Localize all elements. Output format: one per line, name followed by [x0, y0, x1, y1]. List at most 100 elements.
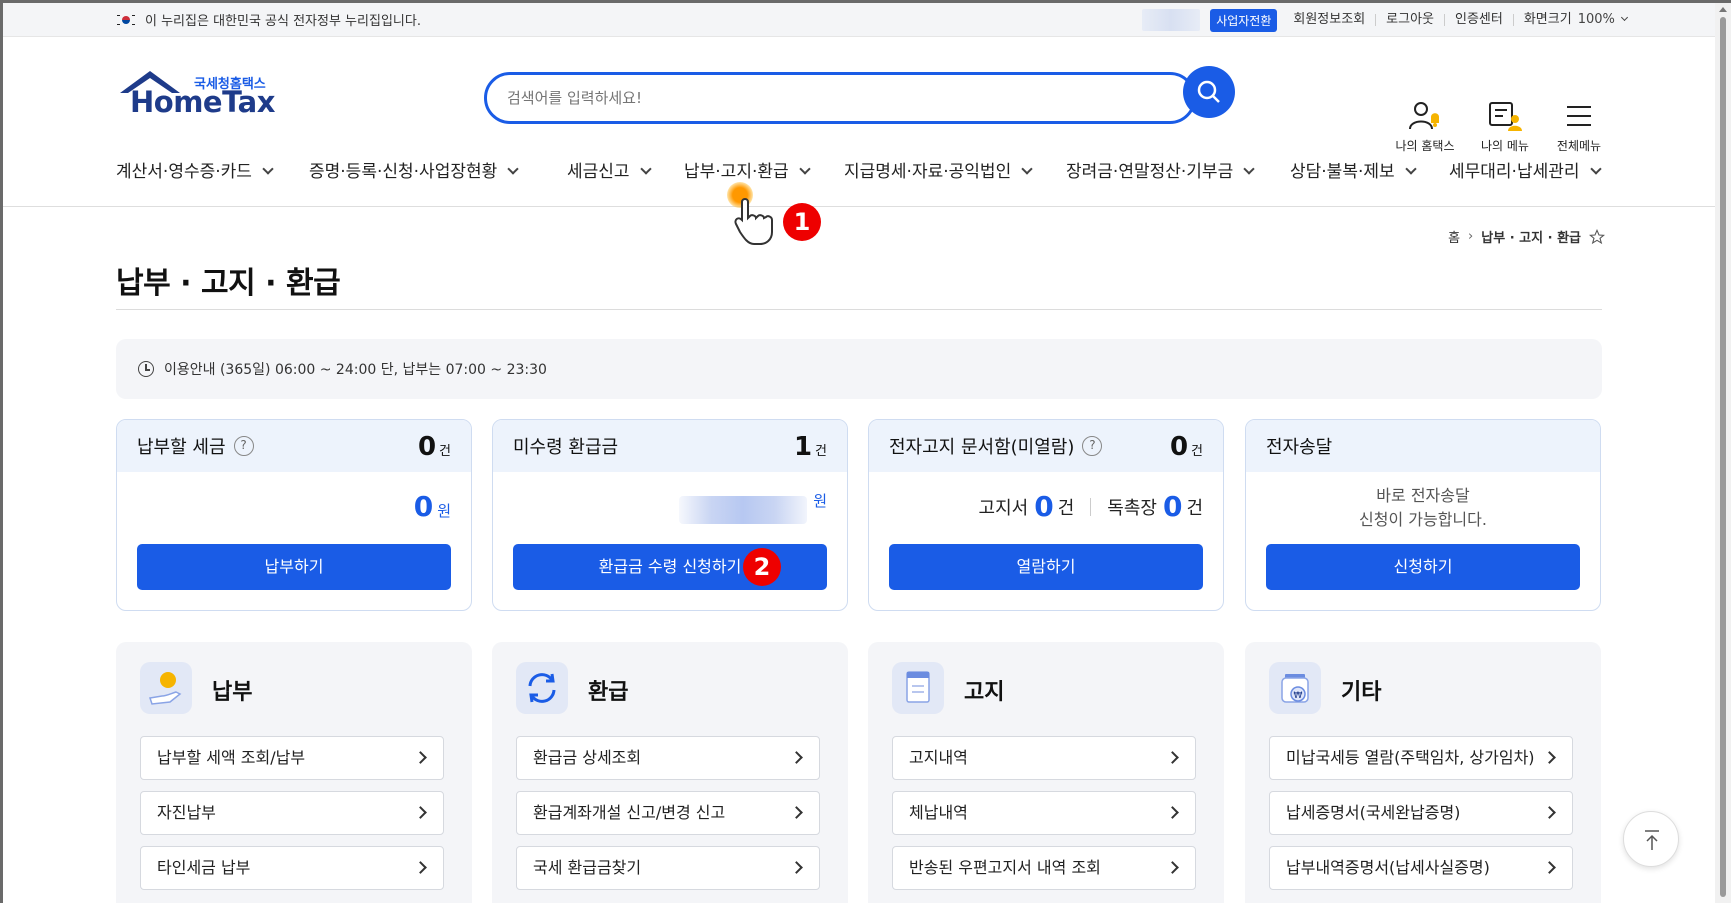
card-e-notice-inbox: 전자고지 문서함(미열람) ? 0건 고지서 0 건 독촉장 0 건 열람하기 — [868, 419, 1224, 611]
my-menu-icon — [1489, 102, 1522, 131]
logout-link[interactable]: 로그아웃 — [1375, 13, 1444, 26]
scroll-up-icon[interactable] — [1719, 7, 1727, 12]
section-title: 고지 — [964, 680, 1005, 705]
chevron-down-icon — [1021, 163, 1033, 175]
chevron-down-icon — [1243, 163, 1255, 175]
nav-item-certificate[interactable]: 증명·등록·신청·사업장현황 — [309, 157, 519, 207]
nav-item-tax-report[interactable]: 세금신고 — [567, 157, 652, 207]
link-find-refund[interactable]: 국세 환급금찾기 — [516, 846, 820, 890]
service-hours-info: 이용안내 (365일) 06:00 ~ 24:00 단, 납부는 07:00 ~… — [116, 339, 1602, 399]
service-hours-text: 이용안내 (365일) 06:00 ~ 24:00 단, 납부는 07:00 ~… — [164, 362, 547, 378]
member-info-link[interactable]: 회원정보조회 — [1283, 13, 1375, 26]
notice-document-icon — [892, 662, 944, 714]
section-refund: 환급 환급금 상세조회 환급계좌개설 신고/변경 신고 국세 환급금찾기 — [492, 642, 848, 903]
link-tax-inquiry-pay[interactable]: 납부할 세액 조회/납부 — [140, 736, 444, 780]
chevron-down-icon — [1589, 163, 1602, 175]
my-menu-button[interactable]: 나의 메뉴 — [1465, 99, 1545, 154]
scroll-to-top-button[interactable] — [1623, 811, 1679, 867]
search-button[interactable] — [1183, 66, 1235, 118]
card-header: 납부할 세금 ? 0건 — [117, 420, 471, 472]
section-payment: 납부 납부할 세액 조회/납부 자진납부 타인세금 납부 — [116, 642, 472, 903]
certificate-won-icon: ₩ — [1269, 662, 1321, 714]
link-payment-history-certificate[interactable]: 납부내역증명서(납세사실증명) — [1269, 846, 1573, 890]
site-header: 국세청홈택스 HomeTax 나의 홈택스 나의 메뉴 — [3, 37, 1715, 157]
main-nav: 계산서·영수증·카드 증명·등록·신청·사업장현황 세금신고 납부·고지·환급 … — [3, 157, 1715, 207]
clock-icon — [138, 361, 154, 377]
chevron-right-icon — [1166, 861, 1179, 874]
certificate-center-link[interactable]: 인증센터 — [1444, 13, 1513, 26]
breadcrumb-current: 납부 · 고지 · 환급 — [1481, 231, 1581, 246]
link-self-payment[interactable]: 자진납부 — [140, 791, 444, 835]
section-notice: 고지 고지내역 체납내역 반송된 우편고지서 내역 조회 — [868, 642, 1224, 903]
refund-cycle-icon — [516, 662, 568, 714]
business-switch-button[interactable]: 사업자전환 — [1210, 8, 1278, 32]
card-amount-unit: 원 — [813, 492, 827, 510]
page-title: 납부 · 고지 · 환급 — [116, 266, 341, 301]
view-notice-button[interactable]: 열람하기 — [889, 544, 1203, 590]
chevron-right-icon — [414, 861, 427, 874]
card-amount: 0원 — [413, 490, 451, 523]
pay-button[interactable]: 납부하기 — [137, 544, 451, 590]
breadcrumb-home[interactable]: 홈 — [1448, 227, 1460, 246]
logo-title: HomeTax — [130, 85, 275, 119]
link-returned-notice[interactable]: 반송된 우편고지서 내역 조회 — [892, 846, 1196, 890]
card-unclaimed-refund: 미수령 환급금 1건 원 환급금 수령 신청하기 2 — [492, 419, 848, 611]
link-notice-history[interactable]: 고지내역 — [892, 736, 1196, 780]
help-icon[interactable]: ? — [1082, 436, 1103, 456]
zoom-level: 100% — [1577, 12, 1615, 27]
chevron-right-icon — [1166, 751, 1179, 764]
link-unpaid-tax-view[interactable]: 미납국세등 열람(주택임차, 상가임차) — [1269, 736, 1573, 780]
hand-pointer-icon — [734, 198, 773, 245]
payment-hand-icon — [140, 662, 192, 714]
my-hometax-button[interactable]: 나의 홈택스 — [1385, 99, 1465, 154]
card-title: 전자고지 문서함(미열람) — [889, 437, 1075, 458]
nav-item-consult[interactable]: 상담·불복·제보 — [1290, 157, 1417, 207]
nav-item-invoice[interactable]: 계산서·영수증·카드 — [116, 157, 274, 207]
hamburger-menu-icon — [1567, 106, 1591, 126]
chevron-down-icon — [262, 163, 274, 175]
card-title: 미수령 환급금 — [513, 437, 619, 458]
chevron-right-icon — [1166, 806, 1179, 819]
section-title: 환급 — [588, 680, 629, 705]
hometax-logo[interactable]: 국세청홈택스 HomeTax — [116, 67, 276, 127]
link-tax-payment-certificate[interactable]: 납세증명서(국세완납증명) — [1269, 791, 1573, 835]
gov-utility-links: 사업자전환 회원정보조회 로그아웃 인증센터 화면크기 100% — [1142, 3, 1637, 37]
chevron-right-icon — [1543, 806, 1556, 819]
link-arrears-history[interactable]: 체납내역 — [892, 791, 1196, 835]
card-description: 바로 전자송달 신청이 가능합니다. — [1359, 486, 1487, 529]
search-icon — [1197, 80, 1220, 103]
user-name-redacted — [1142, 9, 1201, 31]
korea-flag-icon — [117, 14, 135, 26]
link-other-tax-payment[interactable]: 타인세금 납부 — [140, 846, 444, 890]
chevron-right-icon — [790, 806, 803, 819]
chevron-right-icon — [414, 806, 427, 819]
chevron-right-icon — [1543, 861, 1556, 874]
apply-e-delivery-button[interactable]: 신청하기 — [1266, 544, 1580, 590]
nav-item-incentive[interactable]: 장려금·연말정산·기부금 — [1066, 157, 1255, 207]
all-menu-label: 전체메뉴 — [1556, 139, 1602, 153]
nav-item-agent[interactable]: 세무대리·납세관리 — [1449, 157, 1602, 207]
arrow-up-icon — [1645, 830, 1659, 850]
chevron-right-icon — [790, 861, 803, 874]
vertical-scrollbar[interactable] — [1715, 3, 1731, 903]
link-refund-account[interactable]: 환급계좌개설 신고/변경 신고 — [516, 791, 820, 835]
my-hometax-icon — [1409, 102, 1439, 130]
all-menu-button[interactable]: 전체메뉴 — [1539, 99, 1619, 154]
search-box — [484, 72, 1196, 124]
favorite-star-icon[interactable] — [1589, 228, 1605, 245]
scrollbar-thumb[interactable] — [1720, 17, 1726, 897]
section-title: 기타 — [1341, 680, 1382, 705]
nav-item-statements[interactable]: 지급명세·자료·공익법인 — [844, 157, 1033, 207]
zoom-control[interactable]: 화면크기 100% — [1512, 12, 1637, 27]
card-header: 미수령 환급금 1건 — [493, 420, 847, 472]
chevron-right-icon — [414, 751, 427, 764]
search-input[interactable] — [507, 86, 1067, 110]
chevron-right-icon: › — [1468, 229, 1474, 244]
chevron-down-icon — [798, 163, 811, 175]
link-refund-detail[interactable]: 환급금 상세조회 — [516, 736, 820, 780]
chevron-right-icon — [790, 751, 803, 764]
help-icon[interactable]: ? — [233, 436, 254, 456]
breadcrumb: 홈 › 납부 · 고지 · 환급 — [1448, 227, 1605, 246]
step-badge-2: 2 — [743, 548, 781, 586]
card-header: 전자송달 — [1246, 420, 1600, 472]
